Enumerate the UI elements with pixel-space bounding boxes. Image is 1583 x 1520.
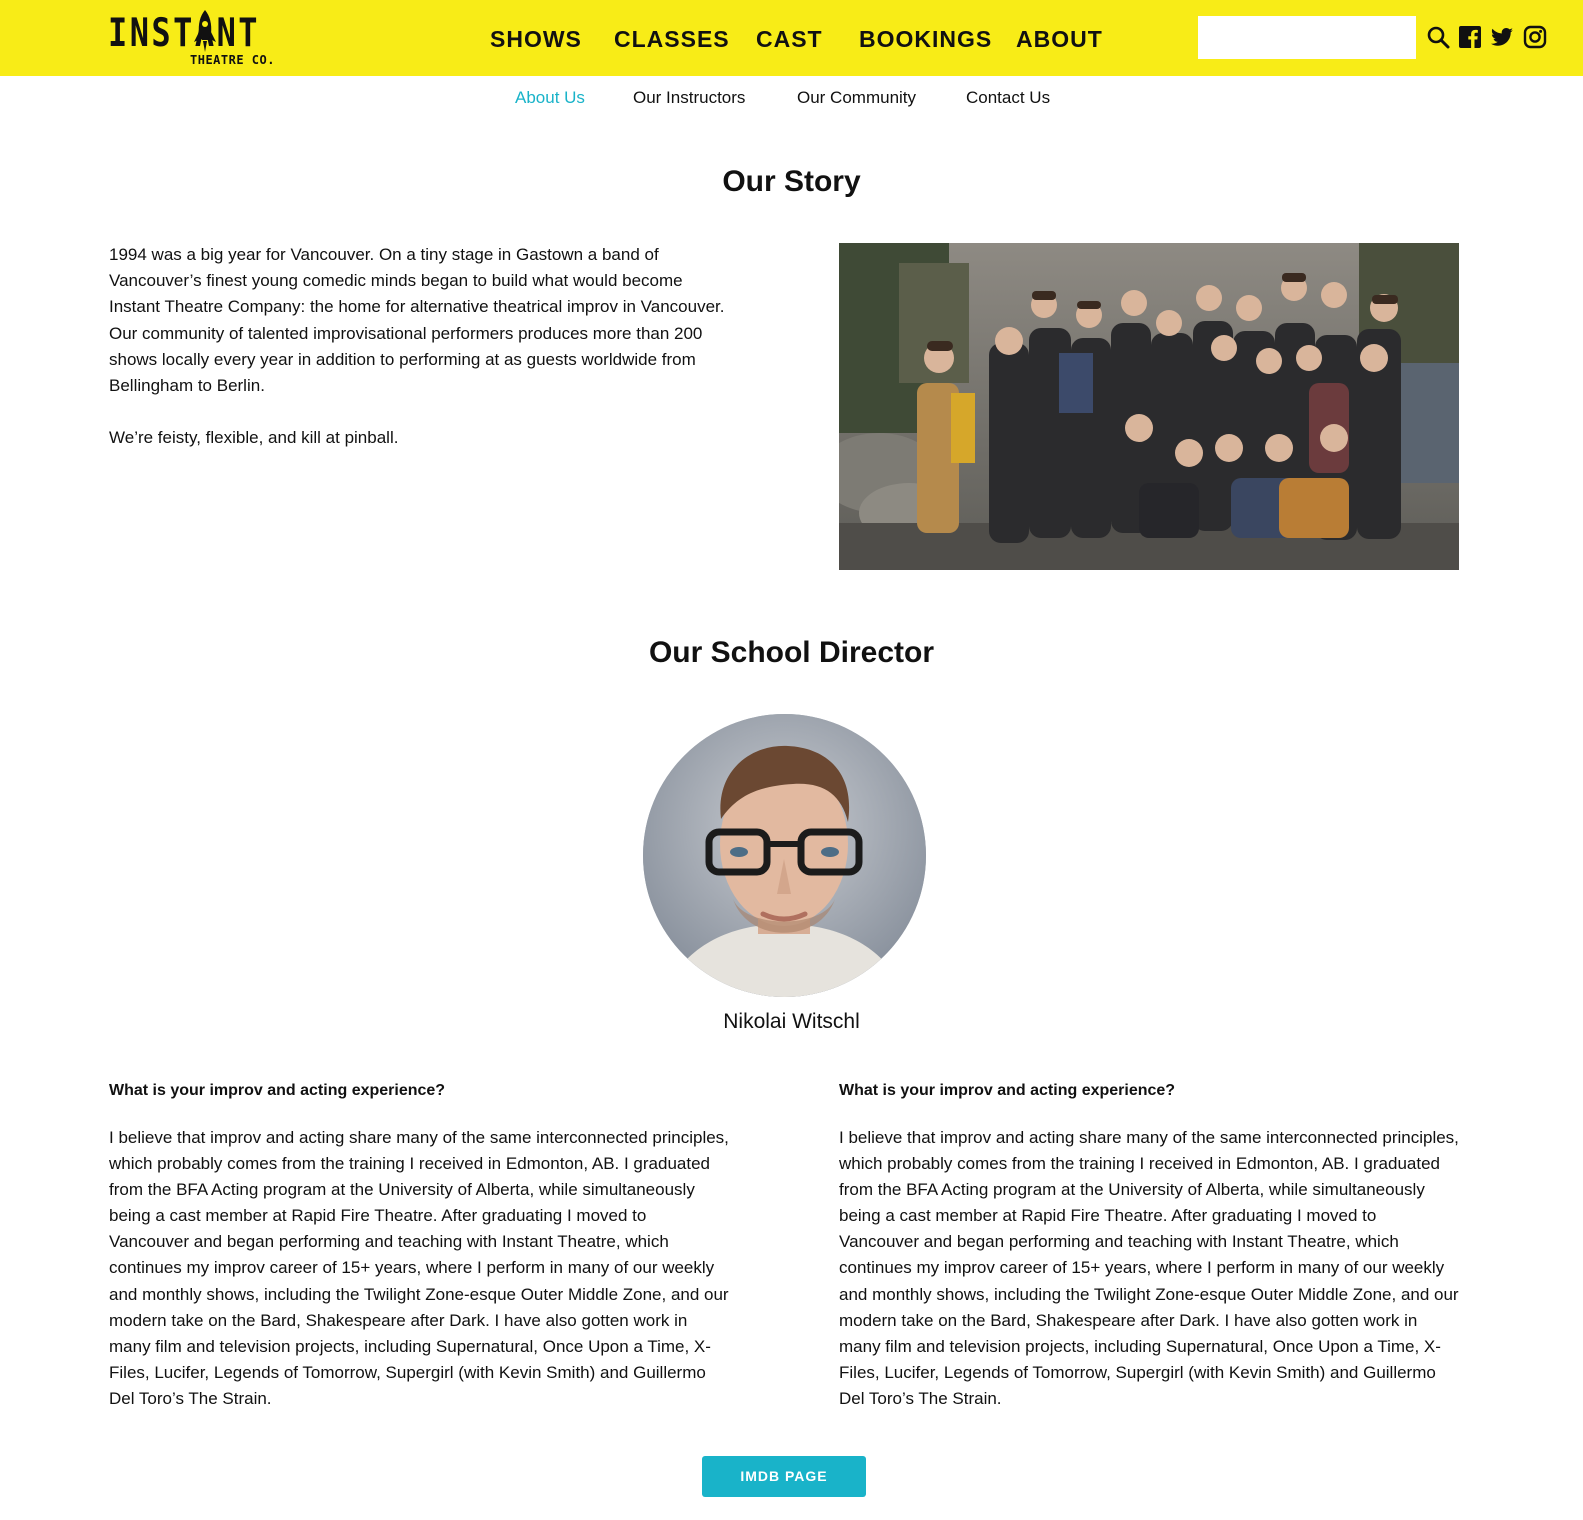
site-header: INSTANT THEATRE CO. SHOWS CLASSES CAST B… — [0, 0, 1583, 76]
our-story-heading: Our Story — [722, 165, 861, 198]
subnav-our-instructors[interactable]: Our Instructors — [633, 86, 745, 110]
instagram-icon[interactable] — [1523, 25, 1547, 49]
group-photo-illustration — [839, 243, 1459, 570]
subnav-contact-us[interactable]: Contact Us — [966, 86, 1050, 110]
story-paragraph: 1994 was a big year for Vancouver. On a … — [109, 245, 725, 396]
subnav-about-us[interactable]: About Us — [515, 86, 585, 110]
nav-bookings[interactable]: BOOKINGS — [859, 24, 992, 54]
nav-about[interactable]: ABOUT — [1016, 24, 1103, 54]
director-portrait — [643, 714, 926, 997]
logo-subtitle: THEATRE CO. — [190, 53, 275, 67]
group-photo — [839, 243, 1459, 570]
nav-shows[interactable]: SHOWS — [490, 24, 582, 54]
qa-answer: I believe that improv and acting share m… — [839, 1128, 1459, 1408]
subnav-our-community[interactable]: Our Community — [797, 86, 916, 110]
nav-cast[interactable]: CAST — [756, 24, 823, 54]
about-sub-nav: About Us Our Instructors Our Community C… — [0, 86, 1583, 110]
search-input[interactable] — [1198, 16, 1416, 59]
facebook-icon[interactable] — [1458, 25, 1482, 49]
nav-classes[interactable]: CLASSES — [614, 24, 730, 54]
director-name: Nikolai Witschl — [723, 1010, 860, 1033]
qa-question: What is your improv and acting experienc… — [839, 1082, 1176, 1099]
story-paragraph: We’re feisty, flexible, and kill at pinb… — [109, 428, 399, 448]
twitter-icon[interactable] — [1490, 25, 1514, 49]
school-director-heading: Our School Director — [648, 636, 935, 669]
qa-question: What is your improv and acting experienc… — [109, 1082, 446, 1099]
portrait-illustration — [643, 714, 926, 997]
qa-block-right: What is your improv and acting experienc… — [839, 1079, 1459, 1412]
qa-block-left: What is your improv and acting experienc… — [109, 1079, 729, 1412]
imdb-page-button[interactable]: IMDB PAGE — [702, 1456, 866, 1497]
story-text: 1994 was a big year for Vancouver. On a … — [109, 242, 729, 477]
search-icon[interactable] — [1426, 25, 1450, 49]
qa-answer: I believe that improv and acting share m… — [109, 1128, 729, 1408]
